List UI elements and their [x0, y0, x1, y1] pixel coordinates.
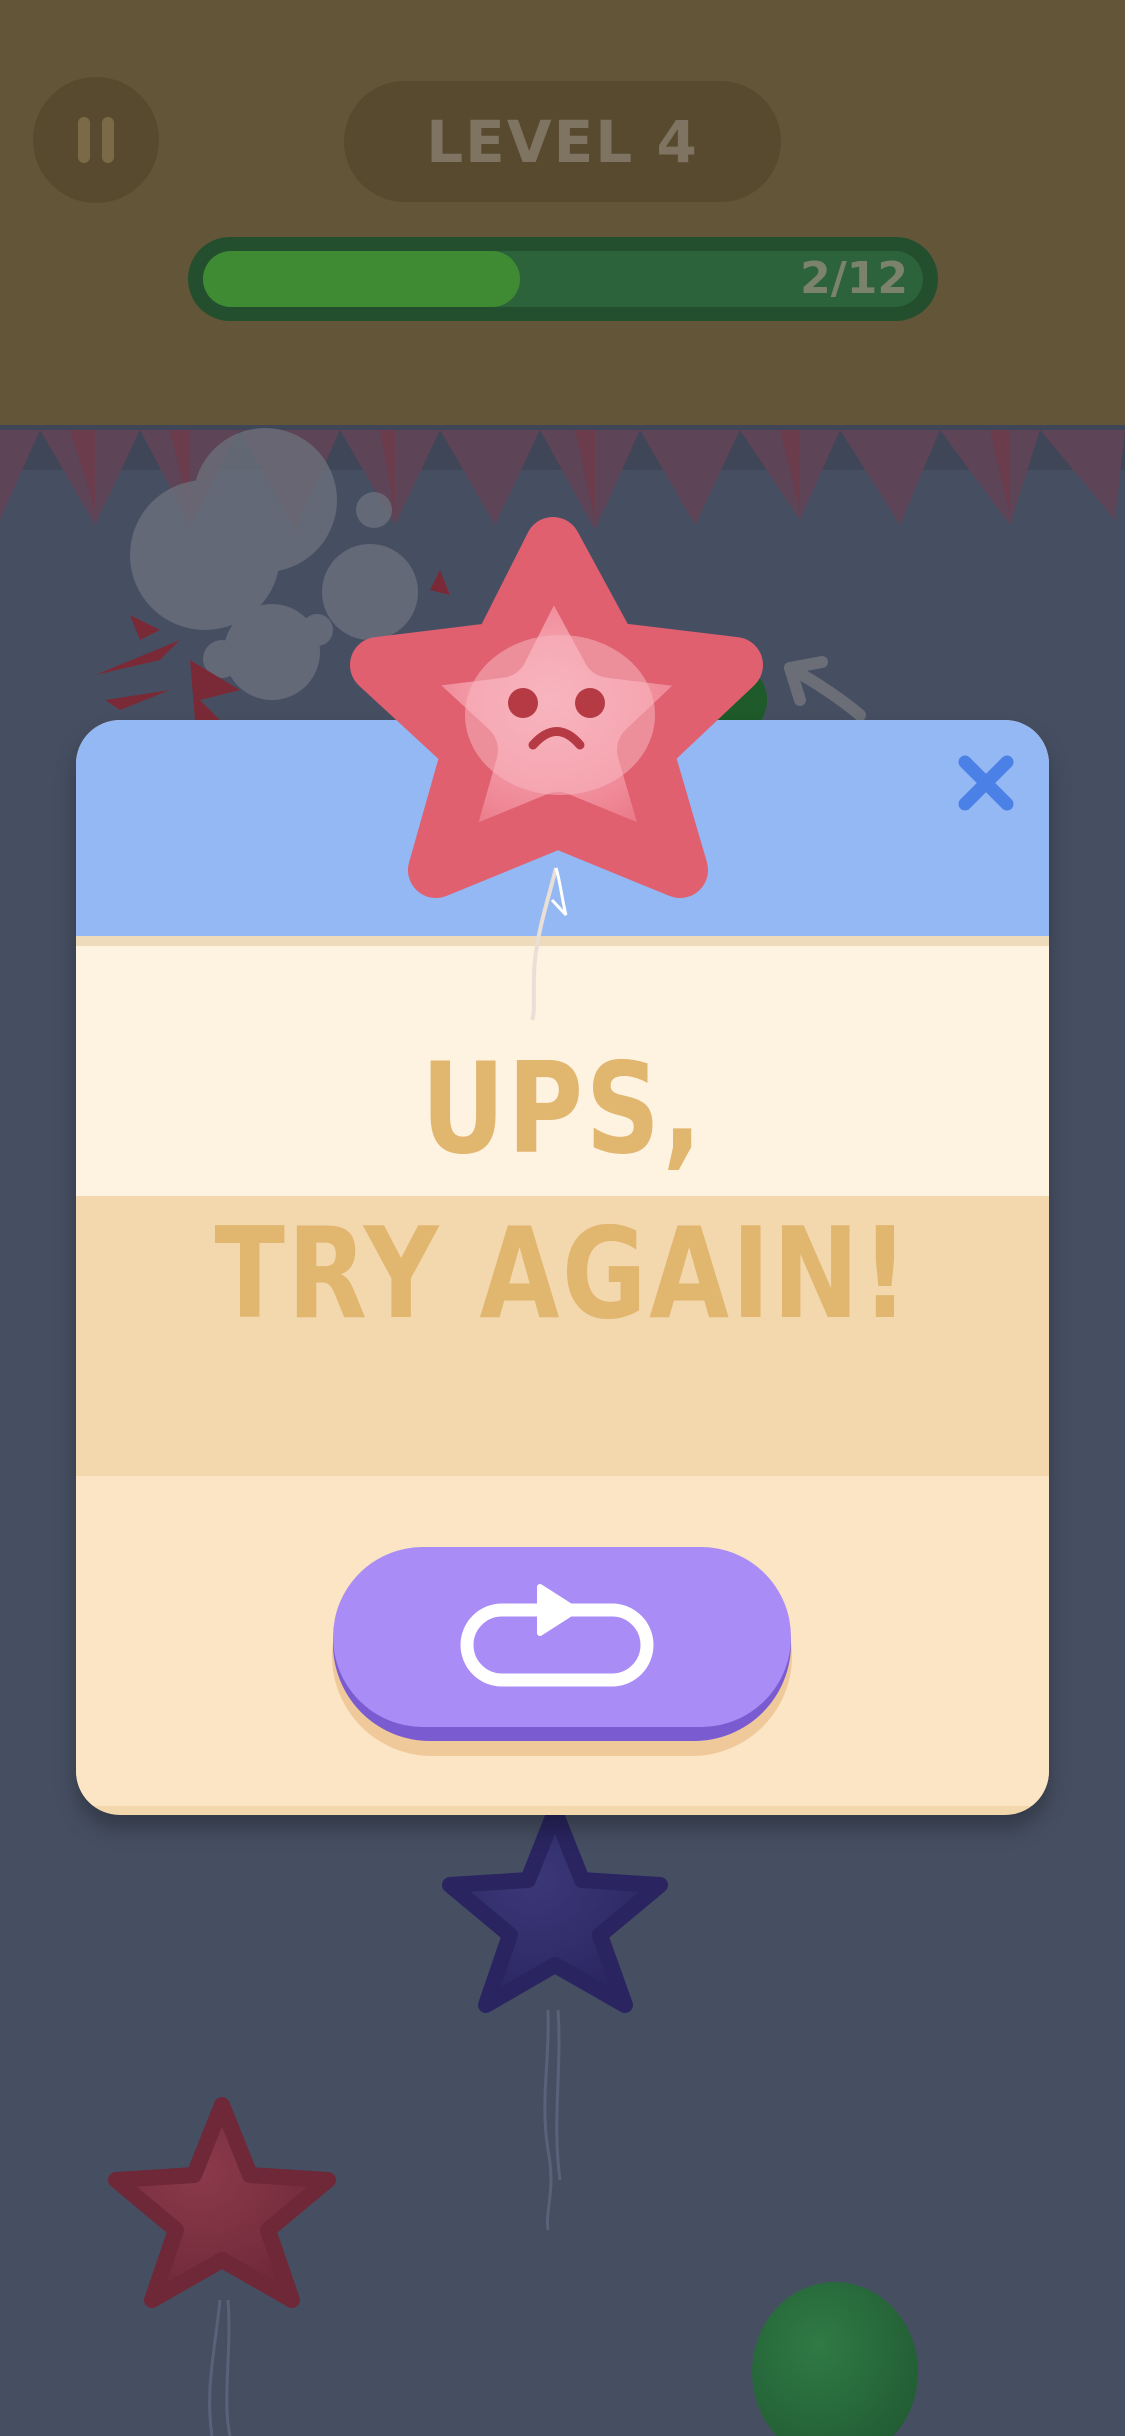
close-button[interactable] [951, 748, 1021, 818]
top-bar: LEVEL 4 2/12 [0, 0, 1125, 425]
hint-arrow-icon [784, 656, 866, 721]
progress-fill [203, 251, 520, 307]
red-star-balloon [108, 2097, 336, 2436]
close-icon [958, 755, 1014, 811]
progress-count: 2/12 [800, 253, 908, 304]
message-line-2: TRY AGAIN! [214, 1200, 911, 1347]
dialog-header [76, 720, 1049, 936]
dialog-message-area: UPS, TRY AGAIN! [76, 946, 1049, 1347]
pause-icon [33, 77, 159, 203]
pause-button[interactable] [33, 77, 159, 203]
level-label: LEVEL 4 [426, 107, 699, 176]
purple-star-balloon [442, 1804, 668, 2231]
retry-icon [460, 1584, 654, 1687]
retry-button[interactable] [333, 1547, 791, 1741]
message-line-1: UPS, [420, 1035, 705, 1182]
retry-button-face [333, 1547, 791, 1727]
level-progress-bar: 2/12 [188, 237, 938, 321]
level-indicator: LEVEL 4 [344, 81, 781, 202]
green-balloon [752, 2282, 918, 2436]
dialog-header-divider [76, 936, 1049, 946]
try-again-dialog: UPS, TRY AGAIN! [76, 720, 1049, 1815]
